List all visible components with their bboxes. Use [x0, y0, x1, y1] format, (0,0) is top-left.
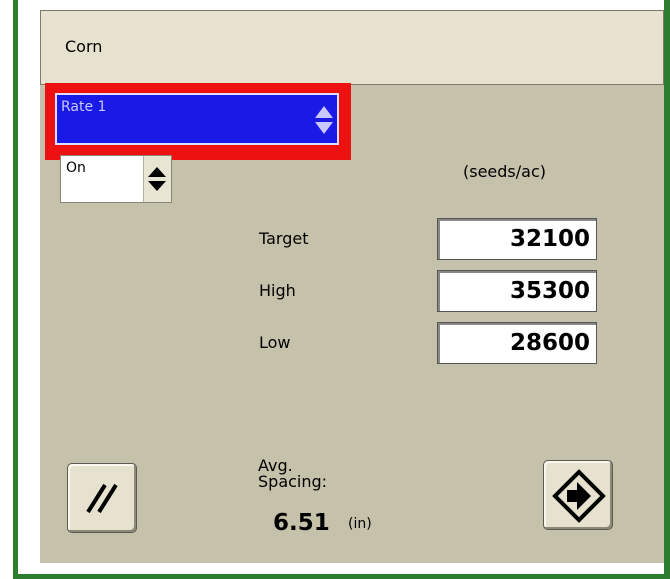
units-label: (seeds/ac)	[463, 162, 546, 181]
rate-dropdown[interactable]: Rate 1	[55, 93, 339, 145]
target-rate-input[interactable]: 32100	[437, 218, 597, 260]
state-dropdown[interactable]: On	[60, 155, 172, 203]
rate-dropdown-value: Rate 1	[61, 99, 107, 115]
up-down-arrows-icon	[315, 106, 333, 134]
low-rate-input[interactable]: 28600	[437, 322, 597, 364]
next-button[interactable]	[543, 460, 613, 530]
crop-header: Corn	[40, 10, 664, 85]
high-rate-input[interactable]: 35300	[437, 270, 597, 312]
frame-bottom-border	[13, 574, 670, 579]
arrow-right-diamond-icon	[552, 469, 606, 523]
reset-button[interactable]	[67, 463, 137, 533]
avg-spacing-unit: (in)	[348, 516, 372, 532]
avg-spacing-label: Avg. Spacing:	[258, 456, 328, 491]
low-label: Low	[259, 333, 291, 352]
crop-title: Corn	[65, 37, 103, 56]
target-label: Target	[259, 229, 309, 248]
up-down-arrows-icon	[148, 167, 166, 191]
frame-left-border	[13, 0, 18, 579]
state-dropdown-arrow-area[interactable]	[143, 156, 171, 202]
frame-right-border	[664, 0, 670, 579]
high-label: High	[259, 281, 296, 300]
selection-highlight: Rate 1	[45, 83, 351, 160]
avg-spacing-value: 6.51	[273, 510, 330, 536]
double-slash-icon	[86, 483, 118, 514]
state-dropdown-value: On	[66, 160, 86, 176]
